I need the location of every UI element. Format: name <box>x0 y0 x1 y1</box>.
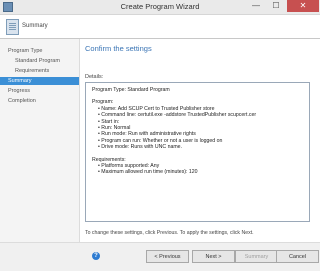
header-title: Summary <box>22 23 48 29</box>
maximize-button[interactable]: ☐ <box>267 0 285 12</box>
close-button[interactable]: ✕ <box>287 0 319 12</box>
details-label: Details: <box>85 74 104 80</box>
step-program-type: Program Type <box>8 48 43 54</box>
main-content: Confirm the settings Details: Program Ty… <box>80 39 320 242</box>
step-requirements: Requirements <box>15 68 50 74</box>
wizard-header: Summary <box>0 15 320 39</box>
step-completion: Completion <box>8 98 36 104</box>
help-icon[interactable]: ? <box>92 252 100 260</box>
previous-button[interactable]: < Previous <box>146 250 189 263</box>
wizard-footer: ? < Previous Next > Summary Cancel <box>0 242 320 271</box>
step-summary: Summary <box>0 77 79 85</box>
page-title: Confirm the settings <box>85 44 152 53</box>
details-textbox[interactable]: Program Type: Standard Program Program: … <box>85 82 310 222</box>
wizard-steps-sidebar: Program Type Standard Program Requiremen… <box>0 39 80 242</box>
detail-item: Maximum allowed run time (minutes): 120 <box>92 169 303 175</box>
step-standard-program: Standard Program <box>15 58 60 64</box>
document-icon <box>6 19 19 35</box>
next-button[interactable]: Next > <box>192 250 235 263</box>
title-bar: Create Program Wizard — ☐ ✕ <box>0 0 320 15</box>
summary-button[interactable]: Summary <box>235 250 278 263</box>
instructions-text: To change these settings, click Previous… <box>85 230 254 236</box>
step-progress: Progress <box>8 88 31 94</box>
cancel-button[interactable]: Cancel <box>276 250 319 263</box>
minimize-button[interactable]: — <box>247 0 265 12</box>
